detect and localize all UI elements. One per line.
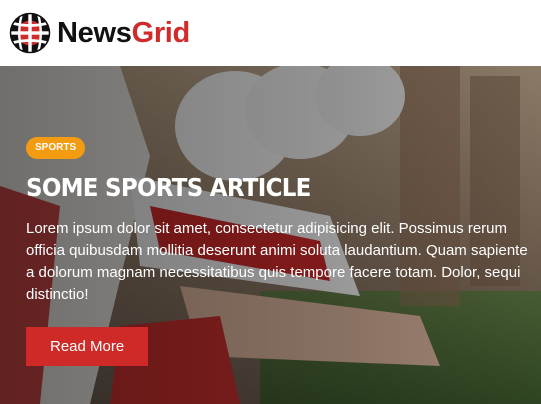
hero-content: SPORTS SOME SPORTS ARTICLE Lorem ipsum d… bbox=[26, 137, 531, 366]
brand-name: NewsGrid bbox=[57, 16, 191, 49]
category-badge[interactable]: SPORTS bbox=[26, 137, 86, 159]
logo-link[interactable]: NewsGrid bbox=[9, 12, 190, 54]
article-excerpt: Lorem ipsum dolor sit amet, consectetur … bbox=[26, 220, 528, 303]
brand-name-part1: News bbox=[57, 16, 132, 49]
read-more-button[interactable]: Read More bbox=[26, 327, 149, 366]
brand-name-part2: Grid bbox=[131, 16, 191, 49]
globe-icon bbox=[9, 12, 51, 54]
featured-article-hero: SPORTS SOME SPORTS ARTICLE Lorem ipsum d… bbox=[0, 66, 541, 404]
site-header: NewsGrid bbox=[0, 0, 541, 66]
article-title: SOME SPORTS ARTICLE bbox=[26, 173, 311, 202]
